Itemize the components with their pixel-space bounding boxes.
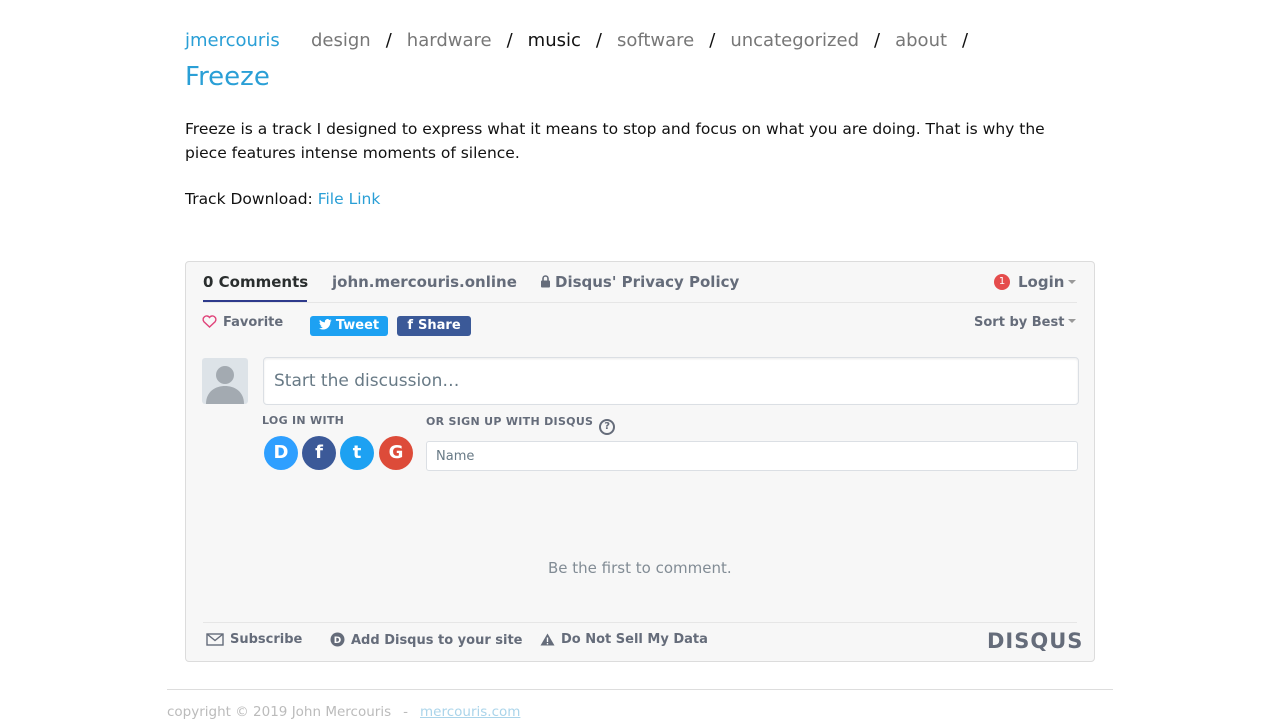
login-label: Login xyxy=(1018,273,1065,291)
privacy-policy-link[interactable]: Disqus' Privacy Policy xyxy=(540,273,739,291)
page-footer: copyright © 2019 John Mercouris - mercouri… xyxy=(167,704,520,720)
add-disqus-link[interactable]: D Add Disqus to your site xyxy=(330,632,523,648)
warning-icon xyxy=(540,633,555,646)
help-icon[interactable]: ? xyxy=(599,419,616,435)
chevron-down-icon xyxy=(1068,280,1077,284)
footer-site-link[interactable]: mercouris.com xyxy=(420,704,520,720)
nav-separator: / xyxy=(385,30,392,51)
add-disqus-label: Add Disqus to your site xyxy=(351,633,523,648)
user-icon xyxy=(206,366,244,404)
copyright-text: copyright © 2019 John Mercouris xyxy=(167,704,392,720)
post-body: Freeze is a track I designed to express … xyxy=(185,120,1045,162)
site-title-link[interactable]: jmercouris xyxy=(185,30,280,51)
nav-item-software[interactable]: software xyxy=(617,30,694,51)
tweet-label: Tweet xyxy=(335,318,380,333)
disqus-thread: 0 Comments john.mercouris.online Disqus'… xyxy=(185,261,1095,662)
facebook-login-button[interactable]: f xyxy=(302,436,336,470)
track-download: Track Download: File Link xyxy=(185,190,380,208)
sort-label: Sort by Best xyxy=(974,315,1065,330)
login-with-label: LOG IN WITH xyxy=(262,414,345,427)
tweet-button[interactable]: Tweet xyxy=(310,316,388,336)
do-not-sell-link[interactable]: Do Not Sell My Data xyxy=(540,632,708,647)
heart-icon xyxy=(202,315,217,328)
empty-thread-message: Be the first to comment. xyxy=(548,559,732,577)
recommend-placeholder[interactable] xyxy=(497,315,521,339)
envelope-icon xyxy=(206,633,224,646)
nav-separator: / xyxy=(595,30,602,51)
divider xyxy=(203,622,1077,623)
disqus-login-button[interactable]: D xyxy=(264,436,298,470)
name-placeholder: Name xyxy=(436,449,475,464)
file-link[interactable]: File Link xyxy=(318,190,381,208)
tab-community[interactable]: john.mercouris.online xyxy=(332,273,517,291)
signup-label: OR SIGN UP WITH DISQUS xyxy=(426,415,594,428)
chevron-down-icon xyxy=(1068,319,1077,323)
nav-item-uncategorized[interactable]: uncategorized xyxy=(730,30,859,51)
name-field[interactable]: Name xyxy=(426,441,1078,471)
notification-badge[interactable]: 1 xyxy=(994,274,1010,290)
nav-separator: / xyxy=(874,30,881,51)
disqus-icon: D xyxy=(330,632,345,647)
favorite-button[interactable]: Favorite xyxy=(202,315,283,330)
disqus-logo[interactable]: DISQUS xyxy=(987,629,1083,653)
sort-dropdown[interactable]: Sort by Best xyxy=(974,315,1077,330)
footer-divider xyxy=(167,689,1113,690)
comment-placeholder: Start the discussion… xyxy=(274,371,460,391)
avatar[interactable] xyxy=(202,358,248,404)
subscribe-link[interactable]: Subscribe xyxy=(206,632,302,647)
divider xyxy=(203,302,1077,303)
post-title[interactable]: Freeze xyxy=(185,62,270,92)
nav-item-music[interactable]: music xyxy=(528,30,581,51)
lock-icon xyxy=(541,275,550,288)
privacy-policy-label: Disqus' Privacy Policy xyxy=(555,273,740,291)
nav-separator: / xyxy=(962,30,969,51)
main-nav: design / hardware / music / software / uncategor… xyxy=(311,30,968,51)
signup-with-disqus[interactable]: OR SIGN UP WITH DISQUS? xyxy=(426,415,616,435)
twitter-icon xyxy=(318,319,332,330)
tab-comments[interactable]: 0 Comments xyxy=(203,273,308,291)
nav-item-hardware[interactable]: hardware xyxy=(407,30,492,51)
nav-item-design[interactable]: design xyxy=(311,30,371,51)
download-label: Track Download: xyxy=(185,190,313,208)
nav-separator: / xyxy=(709,30,716,51)
footer-separator: - xyxy=(403,704,408,720)
twitter-login-button[interactable]: t xyxy=(340,436,374,470)
do-not-sell-label: Do Not Sell My Data xyxy=(561,632,708,647)
share-button[interactable]: f Share xyxy=(397,316,471,336)
favorite-label: Favorite xyxy=(223,315,284,330)
login-dropdown[interactable]: Login xyxy=(1018,273,1077,291)
facebook-icon: f xyxy=(407,318,414,333)
google-login-button[interactable]: G xyxy=(379,436,413,470)
nav-separator: / xyxy=(506,30,513,51)
nav-item-about[interactable]: about xyxy=(895,30,947,51)
subscribe-label: Subscribe xyxy=(230,632,303,647)
comment-input[interactable]: Start the discussion… xyxy=(263,357,1079,405)
share-label: Share xyxy=(418,318,461,333)
svg-text:D: D xyxy=(334,636,341,646)
